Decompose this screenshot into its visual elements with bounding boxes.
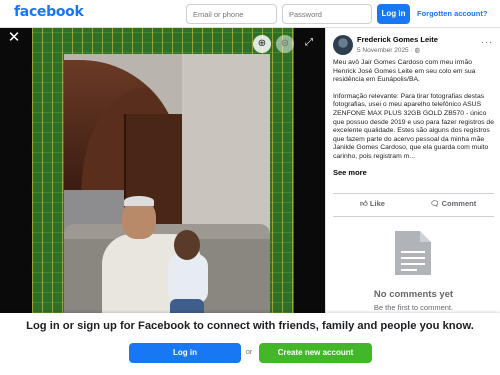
login-prompt: Log in or sign up for Facebook to connec… [26, 320, 474, 332]
photo-viewer [0, 28, 325, 313]
top-bar: facebook Log in Forgotten account? [0, 0, 500, 28]
post-date[interactable]: 5 November 2025 [357, 47, 409, 54]
speech-bubble-icon: 🗨︎ [430, 199, 442, 208]
divider [333, 216, 494, 217]
divider [333, 193, 494, 194]
zoom-out-icon[interactable]: ⊖ [276, 35, 294, 53]
expand-icon[interactable]: ⤢ [302, 36, 316, 50]
document-line [401, 251, 425, 253]
photo-child-legs [170, 299, 204, 313]
login-button[interactable]: Log in [129, 343, 241, 363]
password-field[interactable] [282, 4, 372, 24]
document-line [401, 263, 425, 265]
create-account-button[interactable]: Create new account [259, 343, 372, 363]
first-comment-hint: Be the first to comment. [373, 303, 454, 312]
photo-child-head [174, 230, 200, 260]
facebook-logo[interactable]: facebook [14, 4, 84, 20]
photo-image[interactable] [64, 54, 270, 313]
comment-label: Comment [441, 199, 477, 208]
post-text: Meu avô Jair Gomes Cardoso com meu irmão… [333, 59, 496, 170]
document-line [401, 257, 425, 259]
thumbs-up-icon: 👍︎ [360, 199, 370, 208]
post-paragraph: Informação relevante: Para tirar fotogra… [333, 92, 494, 160]
or-label: or [246, 349, 253, 356]
header-login-button[interactable]: Log in [377, 4, 410, 24]
more-options-icon[interactable]: ··· [481, 37, 493, 47]
document-icon [395, 231, 431, 275]
globe-icon: · ◍ [410, 47, 421, 54]
login-banner: Log in or sign up for Facebook to connec… [0, 313, 500, 375]
document-line [401, 269, 417, 271]
comment-button[interactable]: 🗨︎ Comment [430, 199, 476, 208]
avatar[interactable] [333, 35, 353, 55]
zoom-in-icon[interactable]: ⊕ [253, 35, 271, 53]
forgot-account-link[interactable]: Forgotten account? [417, 9, 487, 18]
photo-grandfather-hair [124, 196, 154, 206]
like-label: Like [369, 199, 385, 208]
like-button[interactable]: 👍︎ Like [360, 199, 385, 209]
post-meta: 5 November 2025 · ◍ [357, 46, 420, 54]
no-comments-heading: No comments yet [373, 289, 454, 300]
document-fold [420, 231, 431, 242]
post-author[interactable]: Frederick Gomes Leite [357, 35, 438, 44]
email-field[interactable] [186, 4, 277, 24]
see-more-link[interactable]: See more [333, 168, 367, 177]
close-icon[interactable]: ✕ [6, 30, 22, 46]
photo-child [168, 254, 208, 304]
post-paragraph: Meu avô Jair Gomes Cardoso com meu irmão… [333, 59, 476, 84]
photo-wall-right [182, 54, 270, 244]
post-sidebar: Frederick Gomes Leite 5 November 2025 · … [325, 28, 500, 313]
